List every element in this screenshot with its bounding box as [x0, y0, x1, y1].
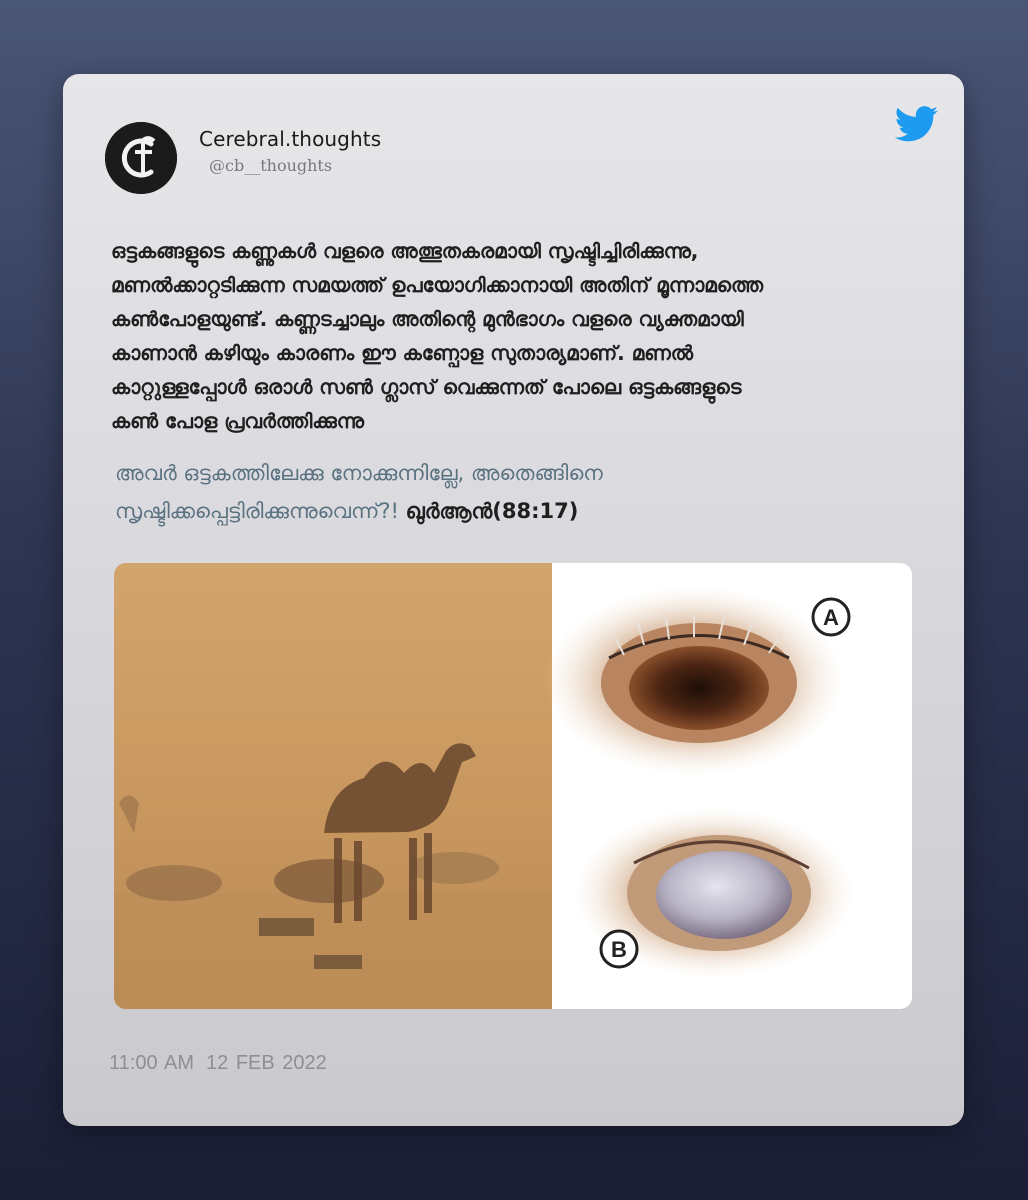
quote-line-2: സൃഷ്ടിക്കപ്പെട്ടിരിക്കുന്നുവെന്ന്?! ഖുർആ… — [115, 492, 925, 530]
tweet-time: 11:00 AM — [109, 1052, 195, 1074]
tweet-card: Cerebral.thoughts @cb__thoughts ഒട്ടകങ്ങ… — [63, 74, 964, 1126]
tweet-date: 12 FEB 2022 — [206, 1052, 327, 1074]
tweet-body-line: കാറ്റുള്ളപ്പോൾ ഒരാൾ സൺ ഗ്ലാസ് വെക്കുന്നത… — [111, 375, 742, 399]
tweet-body-line: മണൽക്കാറ്റടിക്കുന്ന സമയത്ത് ഉപയോഗിക്കാനാ… — [111, 273, 764, 297]
tweet-body-line: കാണാൻ കഴിയും കാരണം ഈ കണ്പോള സുതാര്യമാണ്.… — [111, 341, 694, 365]
avatar[interactable] — [105, 122, 177, 194]
quote-reference: ഖുർആൻ(88:17) — [405, 499, 579, 523]
camels-in-sandstorm-photo — [114, 563, 552, 1009]
label-b: B — [611, 937, 627, 962]
label-a: A — [823, 605, 839, 630]
quote-line: സൃഷ്ടിക്കപ്പെട്ടിരിക്കുന്നുവെന്ന്?! — [115, 499, 399, 523]
tweet-timestamp[interactable]: 11:00 AM 12 FEB 2022 — [109, 1052, 327, 1075]
display-name[interactable]: Cerebral.thoughts — [199, 127, 381, 151]
user-handle[interactable]: @cb__thoughts — [209, 156, 332, 175]
tweet-body-line: കൺ പോള പ്രവർത്തിക്കുന്നു — [111, 409, 364, 433]
twitter-bird-icon — [894, 106, 939, 142]
cb-logo-icon — [105, 122, 177, 194]
tweet-body-line: ഒട്ടകങ്ങളുടെ കണ്ണുകൾ വളരെ അത്ഭുതകരമായി സ… — [111, 239, 699, 263]
tweet-body: ഒട്ടകങ്ങളുടെ കണ്ണുകൾ വളരെ അത്ഭുതകരമായി സ… — [111, 234, 921, 438]
quran-quote: അവർ ഒട്ടകത്തിലേക്കു നോക്കുന്നില്ലേ, അതെങ… — [115, 454, 925, 530]
camel-eye-diagram: A B — [544, 563, 912, 1009]
tweet-body-line: കൺപോളയുണ്ട്. കണ്ണടച്ചാലും അതിന്റെ മുൻഭാഗ… — [111, 307, 744, 331]
tweet-media[interactable]: A B — [114, 563, 912, 1009]
quote-line: അവർ ഒട്ടകത്തിലേക്കു നോക്കുന്നില്ലേ, അതെങ… — [115, 461, 603, 485]
